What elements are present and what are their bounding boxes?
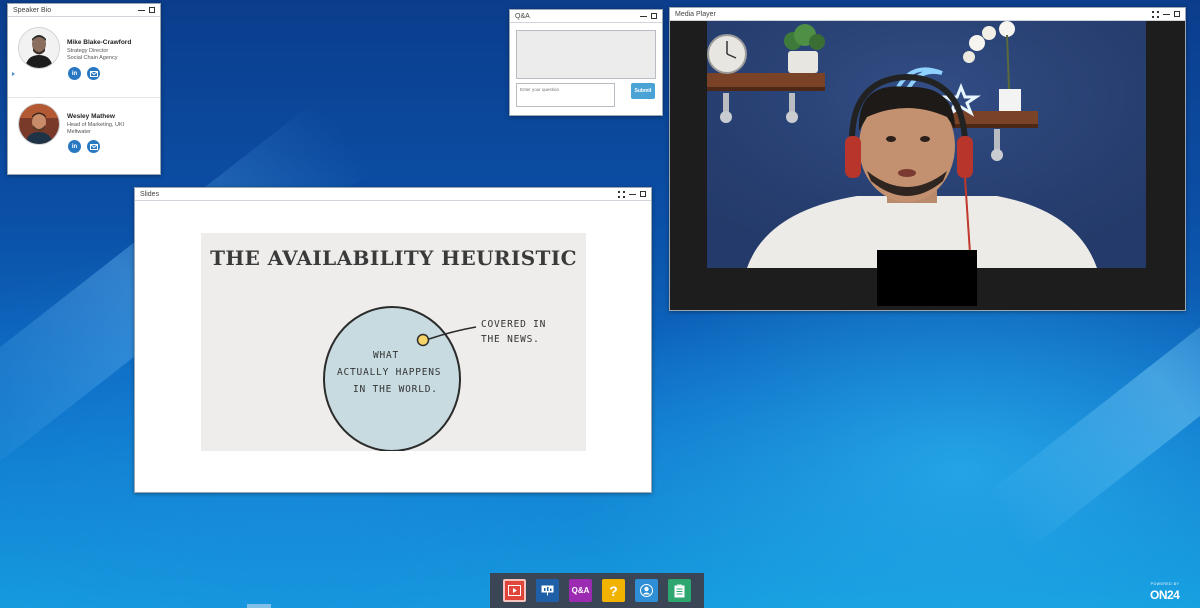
window-title: Q&A [515,12,530,20]
fullscreen-icon[interactable] [618,190,625,198]
media-player-titlebar[interactable]: Media Player [670,8,1185,21]
resources-dock-button[interactable] [668,579,691,602]
window-title: Slides [140,190,160,198]
maximize-icon[interactable] [640,191,646,197]
annotation-line: the News. [481,334,540,345]
annotation-line: Covered in [481,319,547,330]
minimize-icon[interactable] [629,194,636,195]
circle-label-line: Actually Happens [337,367,442,378]
circle-label-line: in the World. [353,384,438,395]
slides-dock-button[interactable] [536,579,559,602]
help-dock-button[interactable]: ? [602,579,625,602]
video-feed[interactable] [707,21,1146,268]
avatar [18,103,60,145]
minimize-icon[interactable] [1163,14,1170,15]
speaker-card: Mike Blake-Crawford Strategy Director So… [8,17,160,97]
speaker-bio-dock-button[interactable] [635,579,658,602]
qa-titlebar[interactable]: Q&A [510,10,662,23]
clipboard-icon [674,584,685,597]
media-player-window[interactable]: Media Player [669,7,1186,311]
speaker-name: Wesley Mathew [67,113,115,120]
person-icon [640,584,653,597]
submit-button[interactable]: Submit [631,83,655,99]
slides-window[interactable]: Slides THE AVAILABILITY HEURISTIC What A… [134,187,652,493]
email-icon[interactable] [87,67,100,80]
scroll-indicator [247,604,271,608]
speaker-card: Wesley Mathew Head of Marketing, UKI Mel… [8,97,160,178]
speaker-org: Meltwater [67,129,91,135]
maximize-icon[interactable] [1174,11,1180,17]
question-input[interactable] [516,83,615,107]
window-title: Speaker Bio [13,6,52,14]
slides-titlebar[interactable]: Slides [135,188,651,201]
email-icon[interactable] [87,140,100,153]
circle-label-line: What [373,350,400,361]
window-title: Media Player [675,10,716,18]
minimize-icon[interactable] [640,16,647,17]
avatar [18,27,60,69]
linkedin-icon[interactable]: in [68,140,81,153]
speaker-bio-window[interactable]: Speaker Bio Mike Blake-Crawford Strategy… [7,3,161,175]
speaker-name: Mike Blake-Crawford [67,39,132,46]
linkedin-icon[interactable]: in [68,67,81,80]
speaker-bio-titlebar[interactable]: Speaker Bio [8,4,160,17]
on24-logo: POWERED BY ON24 [1150,582,1180,604]
desktop: { "speaker_bio": { "title": "Speaker Bio… [0,0,1200,608]
speaker-org: Social Chain Agency [67,55,118,61]
presentation-icon [541,585,554,596]
redaction-box [877,250,977,306]
tool-dock: Q&A ? [490,573,704,608]
maximize-icon[interactable] [149,7,155,13]
slide-content: THE AVAILABILITY HEURISTIC What Actually… [201,233,586,451]
film-icon [508,585,521,596]
question-history[interactable] [516,30,656,79]
brand-name: ON24 [1150,588,1180,602]
maximize-icon[interactable] [651,13,657,19]
media-player-dock-button[interactable] [503,579,526,602]
minimize-icon[interactable] [138,10,145,11]
fullscreen-icon[interactable] [1152,10,1159,18]
qa-dock-button[interactable]: Q&A [569,579,592,602]
qa-window[interactable]: Q&A Submit [509,9,663,116]
powered-by-label: POWERED BY [1150,582,1180,586]
